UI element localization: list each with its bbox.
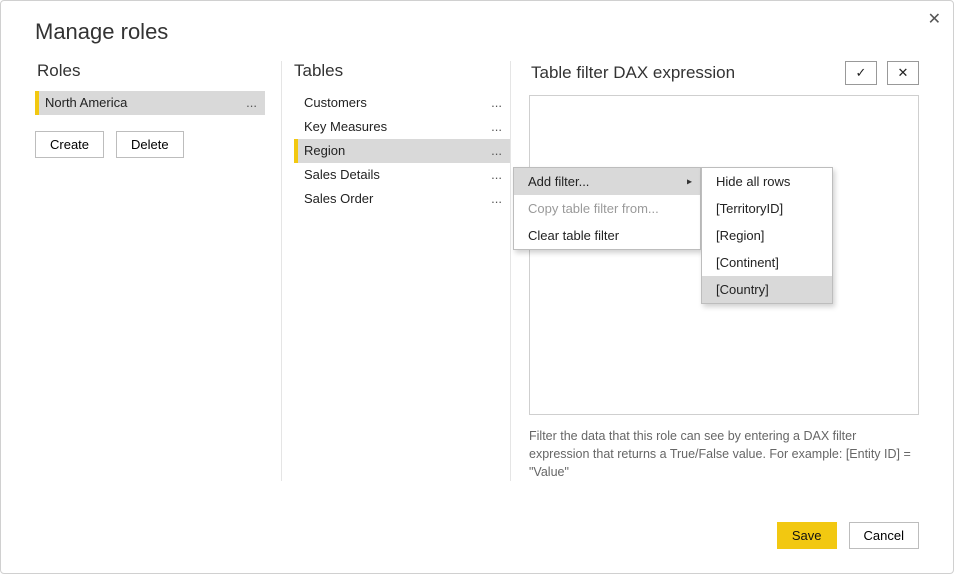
submenu-item-column[interactable]: [Continent] [702,249,832,276]
roles-list: North America ... [35,91,265,115]
menu-item-label: [Country] [716,282,769,297]
accept-expression-button[interactable]: ✓ [845,61,877,85]
menu-item-clear-filter[interactable]: Clear table filter [514,222,700,249]
close-icon[interactable]: ✕ [928,9,941,29]
ellipsis-icon[interactable]: ... [491,139,502,163]
submenu-item-column[interactable]: [TerritoryID] [702,195,832,222]
dialog-footer: Save Cancel [777,522,919,549]
table-item[interactable]: Sales Details ... [294,163,510,187]
delete-role-button[interactable]: Delete [116,131,184,158]
dialog-title: Manage roles [1,1,953,61]
table-item-label: Region [304,143,345,158]
ellipsis-icon[interactable]: ... [246,91,257,115]
menu-item-add-filter[interactable]: Add filter... ▸ [514,168,700,195]
role-item[interactable]: North America ... [35,91,265,115]
table-item[interactable]: Customers ... [294,91,510,115]
submenu-item-hide-all[interactable]: Hide all rows [702,168,832,195]
role-item-label: North America [45,95,127,110]
table-item[interactable]: Sales Order ... [294,187,510,211]
menu-item-copy-filter: Copy table filter from... [514,195,700,222]
roles-panel: Roles North America ... Create Delete [35,61,265,481]
cancel-expression-button[interactable]: ✕ [887,61,919,85]
selection-accent [294,139,298,163]
ellipsis-icon[interactable]: ... [491,91,502,115]
add-filter-submenu: Hide all rows [TerritoryID] [Region] [Co… [701,167,833,304]
submenu-item-column[interactable]: [Region] [702,222,832,249]
manage-roles-dialog: ✕ Manage roles Roles North America ... C… [0,0,954,574]
tables-panel: Tables Customers ... Key Measures ... Re… [281,61,511,481]
menu-item-label: Clear table filter [528,228,619,243]
tables-list: Customers ... Key Measures ... Region ..… [282,91,510,211]
dax-hint: Filter the data that this role can see b… [529,427,919,481]
menu-item-label: [Region] [716,228,764,243]
menu-item-label: Copy table filter from... [528,201,659,216]
table-item-label: Sales Details [304,167,380,182]
menu-item-label: Add filter... [528,174,589,189]
table-item[interactable]: Key Measures ... [294,115,510,139]
check-icon: ✓ [856,65,867,81]
ellipsis-icon[interactable]: ... [491,163,502,187]
menu-item-label: [Continent] [716,255,779,270]
table-item[interactable]: Region ... [294,139,510,163]
table-item-label: Key Measures [304,119,387,134]
selection-accent [35,91,39,115]
cross-icon: ✕ [898,65,909,81]
table-context-menu: Add filter... ▸ Copy table filter from..… [513,167,701,250]
chevron-right-icon: ▸ [687,176,692,187]
ellipsis-icon[interactable]: ... [491,187,502,211]
submenu-item-column[interactable]: [Country] [702,276,832,303]
save-button[interactable]: Save [777,522,837,549]
roles-header: Roles [35,61,265,81]
table-item-label: Sales Order [304,191,373,206]
create-role-button[interactable]: Create [35,131,104,158]
cancel-button[interactable]: Cancel [849,522,919,549]
dax-header: Table filter DAX expression [529,63,735,83]
tables-header: Tables [282,61,510,81]
menu-item-label: [TerritoryID] [716,201,783,216]
menu-item-label: Hide all rows [716,174,790,189]
ellipsis-icon[interactable]: ... [491,115,502,139]
table-item-label: Customers [304,95,367,110]
